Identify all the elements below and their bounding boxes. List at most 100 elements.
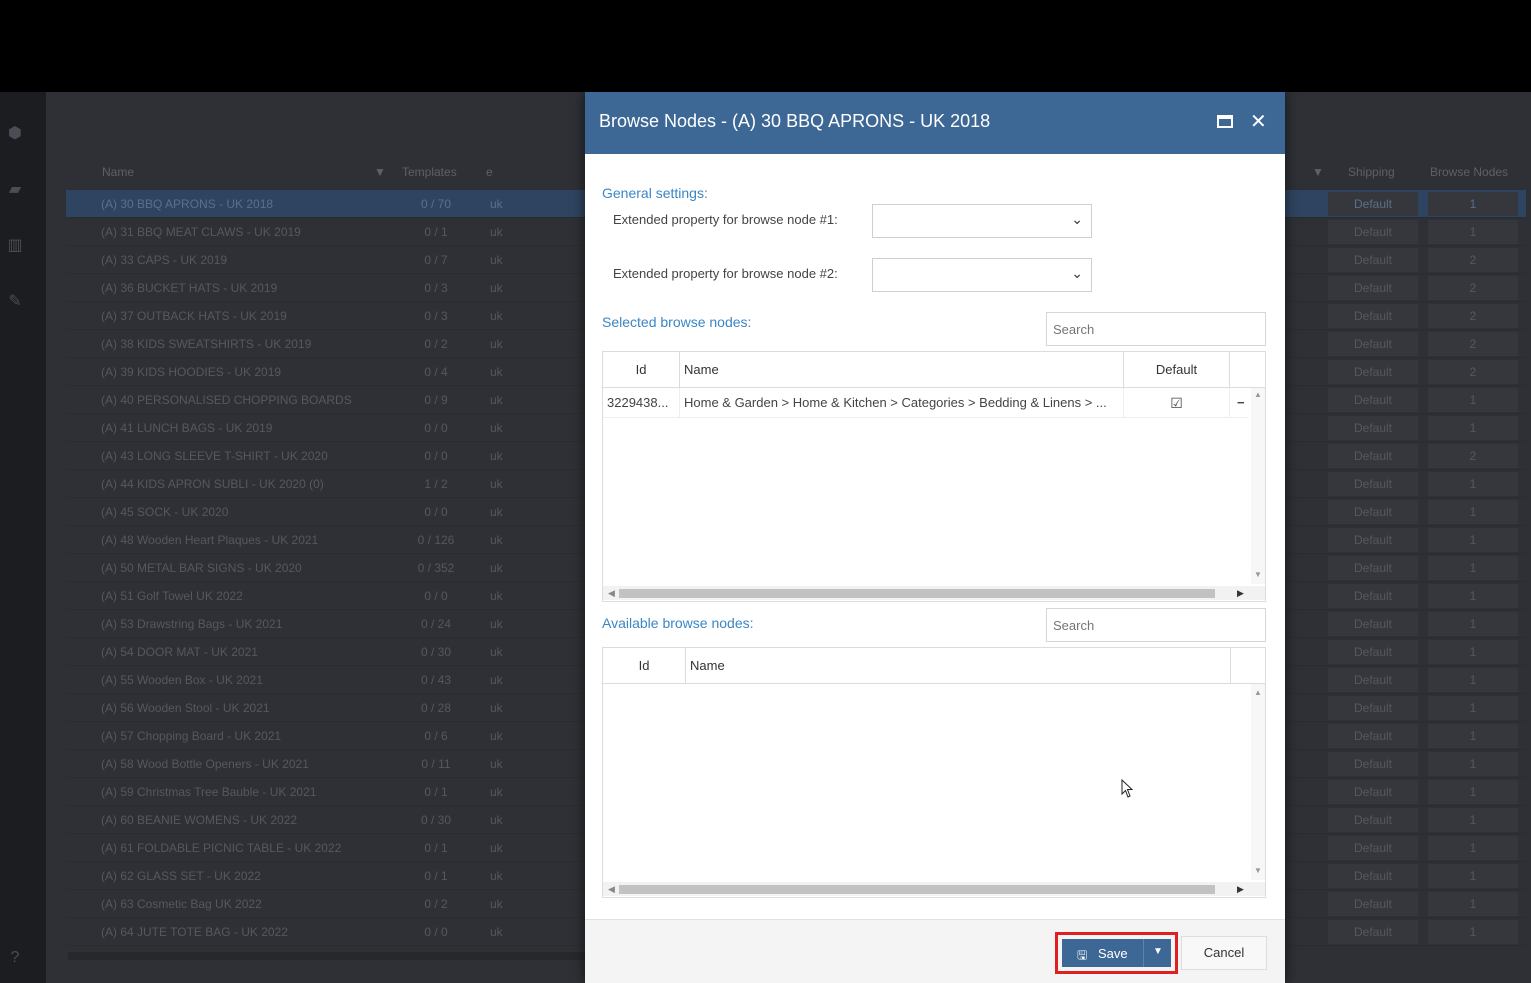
row-marketplace: uk: [490, 309, 503, 323]
row-templates: 0 / 43: [420, 673, 452, 687]
row-marketplace: uk: [490, 869, 503, 883]
ext-prop-1-select[interactable]: ⌄: [872, 204, 1092, 238]
selected-search-input[interactable]: [1046, 312, 1266, 346]
row-shipping: Default: [1328, 472, 1418, 496]
row-shipping: Default: [1328, 276, 1418, 300]
row-name: (A) 39 KIDS HOODIES - UK 2019: [101, 365, 282, 379]
dialog-body: General settings: Extended property for …: [585, 154, 1285, 919]
row-browse-nodes: 2: [1428, 444, 1518, 468]
wrench-icon[interactable]: ✎: [5, 292, 25, 312]
row-marketplace: uk: [490, 505, 503, 519]
col-id[interactable]: Id: [603, 352, 680, 388]
row-name: (A) 45 SOCK - UK 2020: [101, 505, 229, 519]
row-shipping: Default: [1328, 780, 1418, 804]
row-shipping: Default: [1328, 612, 1418, 636]
row-name: (A) 54 DOOR MAT - UK 2021: [101, 645, 258, 659]
col-name[interactable]: Name: [680, 352, 1124, 388]
row-name: (A) 57 Chopping Board - UK 2021: [101, 729, 282, 743]
header-browse-nodes[interactable]: Browse Nodes: [1430, 165, 1508, 179]
top-black-bar: [0, 0, 1531, 92]
row-browse-nodes: 2: [1428, 248, 1518, 272]
row-templates: 0 / 0: [424, 421, 448, 435]
dialog-header: Browse Nodes - (A) 30 BBQ APRONS - UK 20…: [585, 92, 1285, 154]
row-marketplace: uk: [490, 393, 503, 407]
close-icon[interactable]: ✕: [1250, 108, 1267, 136]
row-browse-nodes: 1: [1428, 920, 1518, 944]
dialog-title: Browse Nodes - (A) 30 BBQ APRONS - UK 20…: [599, 111, 991, 131]
row-shipping: Default: [1328, 500, 1418, 524]
selected-vertical-scrollbar[interactable]: ▲ ▼: [1251, 388, 1265, 584]
row-marketplace: uk: [490, 421, 503, 435]
col-id[interactable]: Id: [603, 648, 686, 684]
row-templates: 0 / 1: [424, 225, 448, 239]
table-row[interactable]: 3229438... Home & Garden > Home & Kitche…: [603, 388, 1248, 418]
row-browse-nodes: 1: [1428, 836, 1518, 860]
bar-chart-icon[interactable]: ▥: [5, 236, 25, 256]
col-default[interactable]: Default: [1124, 352, 1230, 388]
filter-icon[interactable]: ▼: [1312, 165, 1324, 179]
available-horizontal-scrollbar[interactable]: ◀ ▶: [603, 882, 1265, 896]
remove-icon[interactable]: −: [1237, 388, 1247, 418]
row-shipping: Default: [1328, 360, 1418, 384]
row-shipping: Default: [1328, 864, 1418, 888]
header-templates[interactable]: Templates: [402, 165, 457, 179]
row-templates: 0 / 1: [424, 841, 448, 855]
available-nodes-grid: Id Name ▲ ▼ ◀ ▶: [602, 647, 1266, 898]
row-marketplace: uk: [490, 701, 503, 715]
row-shipping: Default: [1328, 892, 1418, 916]
general-settings-title: General settings:: [602, 185, 708, 201]
row-templates: 0 / 30: [420, 813, 452, 827]
selected-horizontal-scrollbar[interactable]: ◀ ▶: [603, 586, 1265, 600]
row-shipping: Default: [1328, 332, 1418, 356]
row-name: (A) 59 Christmas Tree Bauble - UK 2021: [101, 785, 317, 799]
filter-icon[interactable]: ▼: [374, 165, 386, 179]
row-marketplace: uk: [490, 533, 503, 547]
row-browse-nodes: 1: [1428, 724, 1518, 748]
row-templates: 0 / 30: [420, 645, 452, 659]
row-browse-nodes: 1: [1428, 696, 1518, 720]
row-browse-nodes: 1: [1428, 220, 1518, 244]
row-name: (A) 48 Wooden Heart Plaques - UK 2021: [101, 533, 319, 547]
col-name[interactable]: Name: [686, 648, 1231, 684]
maximize-icon[interactable]: [1217, 115, 1233, 128]
available-vertical-scrollbar[interactable]: ▲ ▼: [1251, 684, 1265, 880]
row-templates: 0 / 28: [420, 701, 452, 715]
header-name[interactable]: Name: [102, 165, 134, 179]
ext-prop-2-label: Extended property for browse node #2:: [613, 266, 838, 281]
save-button[interactable]: 🖫 Save ▼: [1062, 939, 1171, 967]
caret-down-icon[interactable]: ▼: [1153, 946, 1163, 957]
row-name: (A) 51 Golf Towel UK 2022: [101, 589, 243, 603]
row-templates: 0 / 352: [417, 561, 455, 575]
header-shipping[interactable]: Shipping: [1348, 165, 1395, 179]
mouse-cursor-icon: [1121, 779, 1134, 798]
left-sidebar: ⬢ ▰ ▥ ✎ ?: [0, 92, 46, 983]
row-shipping: Default: [1328, 668, 1418, 692]
row-shipping: Default: [1328, 248, 1418, 272]
cancel-button[interactable]: Cancel: [1181, 936, 1267, 970]
row-name: (A) 30 BBQ APRONS - UK 2018: [101, 197, 274, 211]
available-search-input[interactable]: [1046, 608, 1266, 642]
ext-prop-2-select[interactable]: ⌄: [872, 258, 1092, 292]
row-name: (A) 36 BUCKET HATS - UK 2019: [101, 281, 278, 295]
row-shipping: Default: [1328, 696, 1418, 720]
book-icon[interactable]: ▰: [5, 180, 25, 200]
row-browse-nodes: 2: [1428, 360, 1518, 384]
cubes-icon[interactable]: ⬢: [5, 124, 25, 144]
row-browse-nodes: 1: [1428, 864, 1518, 888]
help-icon[interactable]: ?: [5, 948, 25, 968]
row-name: (A) 31 BBQ MEAT CLAWS - UK 2019: [101, 225, 301, 239]
row-templates: 0 / 3: [424, 309, 448, 323]
row-shipping: Default: [1328, 304, 1418, 328]
row-browse-nodes: 1: [1428, 416, 1518, 440]
row-templates: 0 / 0: [424, 505, 448, 519]
row-marketplace: uk: [490, 561, 503, 575]
row-templates: 0 / 0: [424, 925, 448, 939]
default-checkbox[interactable]: ☑: [1124, 388, 1230, 418]
row-browse-nodes: 2: [1428, 276, 1518, 300]
row-marketplace: uk: [490, 449, 503, 463]
row-id: 3229438...: [603, 388, 680, 418]
row-name: (A) 56 Wooden Stool - UK 2021: [101, 701, 270, 715]
row-name: (A) 61 FOLDABLE PICNIC TABLE - UK 2022: [101, 841, 342, 855]
row-browse-nodes: 1: [1428, 388, 1518, 412]
background-scrollbar[interactable]: [68, 952, 588, 960]
